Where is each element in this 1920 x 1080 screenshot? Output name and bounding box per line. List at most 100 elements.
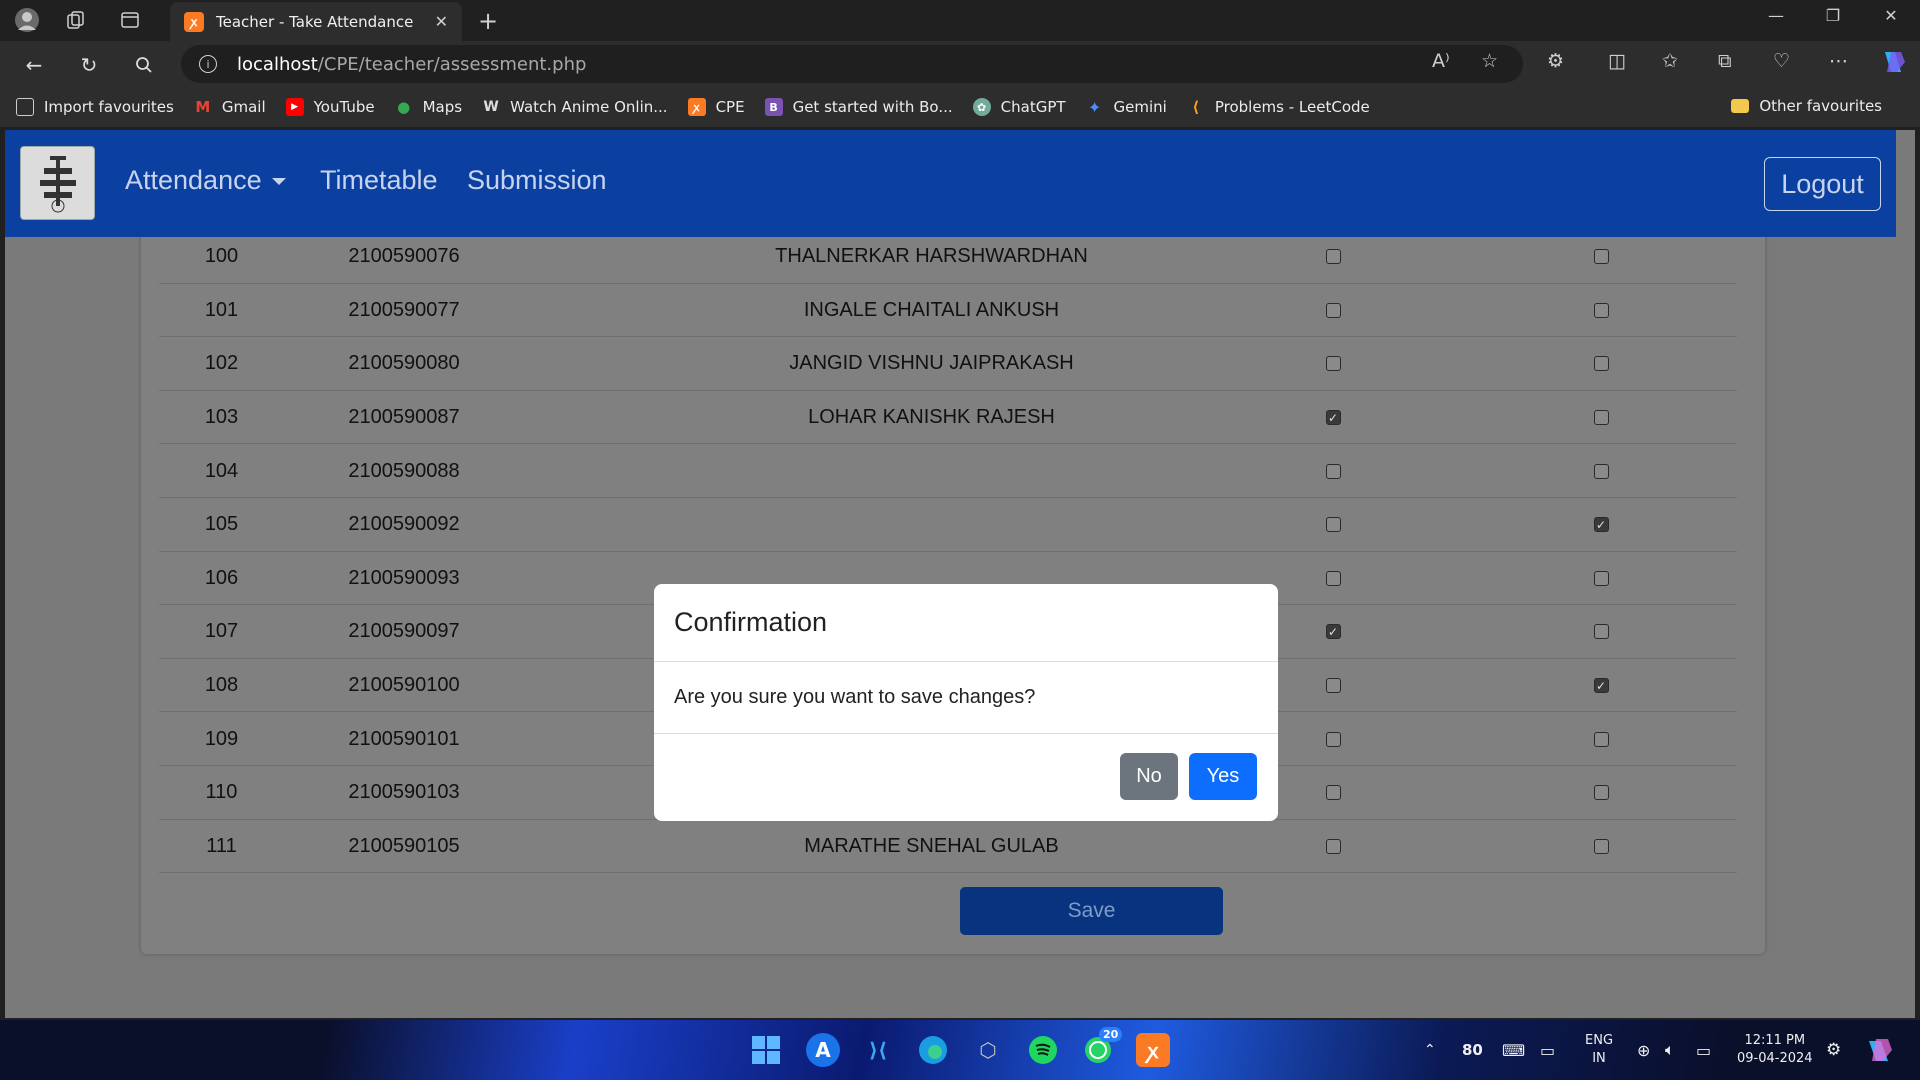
attendance-checkbox-b[interactable]	[1593, 731, 1609, 747]
nav-submission[interactable]: Submission	[467, 165, 607, 196]
nav-attendance-dropdown[interactable]: Attendance	[125, 165, 286, 196]
attendance-checkbox-b[interactable]	[1593, 624, 1609, 640]
battery-icon[interactable]: ▭	[1696, 1020, 1711, 1080]
attendance-checkbox-b[interactable]: ✓	[1593, 517, 1609, 533]
extensions-icon[interactable]: ⚙	[1547, 50, 1564, 72]
checkbox-cell	[1318, 284, 1348, 338]
display-icon[interactable]: ▭	[1540, 1020, 1555, 1080]
checkbox-cell	[1586, 820, 1616, 874]
browser-essentials-icon[interactable]: ♡	[1773, 50, 1790, 72]
bookmark-anime[interactable]: W Watch Anime Onlin...	[482, 98, 667, 116]
copilot-taskbar-icon[interactable]	[1864, 1020, 1894, 1080]
search-icon[interactable]	[130, 51, 158, 79]
attendance-checkbox-a[interactable]	[1325, 302, 1341, 318]
attendance-checkbox-b[interactable]: ✓	[1593, 678, 1609, 694]
bookmark-gmail[interactable]: M Gmail	[194, 98, 265, 116]
checkbox-cell: ✓	[1318, 391, 1348, 445]
attendance-checkbox-a[interactable]: ✓	[1325, 624, 1341, 640]
collections-icon[interactable]: ⧉	[1718, 50, 1732, 72]
attendance-checkbox-b[interactable]	[1593, 302, 1609, 318]
unity-icon[interactable]: ⬡	[971, 1033, 1005, 1067]
vscode-icon[interactable]: ⟩⟨	[861, 1033, 895, 1067]
college-logo[interactable]	[20, 146, 95, 220]
checkbox-cell	[1318, 712, 1348, 766]
temperature[interactable]: 80	[1462, 1020, 1483, 1080]
read-aloud-icon[interactable]: A⁾	[1432, 50, 1450, 72]
attendance-checkbox-a[interactable]	[1325, 731, 1341, 747]
attendance-checkbox-a[interactable]	[1325, 570, 1341, 586]
spotify-icon[interactable]	[1026, 1033, 1060, 1067]
roll-number: 107	[204, 620, 239, 643]
xampp-taskbar-icon[interactable]: ꭗ	[1136, 1033, 1170, 1067]
split-screen-icon[interactable]: ◫	[1608, 50, 1626, 72]
student-name: JANGID VISHNU JAIPRAKASH	[789, 352, 1074, 375]
attendance-checkbox-a[interactable]	[1325, 838, 1341, 854]
attendance-checkbox-b[interactable]	[1593, 838, 1609, 854]
app-store-icon[interactable]: A	[806, 1033, 840, 1067]
whatsapp-icon[interactable]: 20	[1081, 1027, 1123, 1067]
bookmark-gemini[interactable]: ✦ Gemini	[1086, 98, 1167, 117]
tab-active[interactable]: ꭗ Teacher - Take Attendance ✕	[170, 2, 462, 41]
volume-icon[interactable]: 🔈︎	[1665, 1020, 1675, 1080]
workspaces-icon[interactable]	[63, 7, 89, 33]
roll-number: 109	[204, 727, 239, 750]
attendance-checkbox-a[interactable]	[1325, 785, 1341, 801]
bookmark-chatgpt[interactable]: ✿ ChatGPT	[972, 98, 1066, 116]
student-name: THALNERKAR HARSHWARDHAN	[775, 245, 1088, 268]
checkbox-cell	[1318, 820, 1348, 874]
network-icon[interactable]: ⊕	[1637, 1020, 1650, 1080]
tab-actions-icon[interactable]	[117, 7, 143, 33]
minimize-icon[interactable]: —	[1756, 6, 1796, 25]
modal-title: Confirmation	[654, 584, 1278, 662]
nav-timetable[interactable]: Timetable	[320, 165, 438, 196]
bookmark-maps[interactable]: ● Maps	[395, 98, 462, 116]
address-bar[interactable]: i localhost/CPE/teacher/assessment.php	[181, 45, 1523, 83]
no-button[interactable]: No	[1120, 753, 1178, 800]
attendance-checkbox-a[interactable]	[1325, 356, 1341, 372]
bookmark-other-favourites[interactable]: Other favourites	[1731, 97, 1882, 115]
back-icon[interactable]: ←	[20, 51, 48, 79]
keyboard-icon[interactable]: ⌨	[1502, 1020, 1525, 1080]
checkbox-cell	[1318, 337, 1348, 391]
save-button[interactable]: Save	[960, 887, 1223, 935]
yes-button[interactable]: Yes	[1189, 753, 1257, 800]
attendance-checkbox-b[interactable]	[1593, 249, 1609, 265]
attendance-checkbox-a[interactable]: ✓	[1325, 410, 1341, 426]
attendance-checkbox-b[interactable]	[1593, 785, 1609, 801]
bookmark-youtube[interactable]: ▶ YouTube	[285, 98, 375, 116]
new-tab-icon[interactable]: +	[478, 7, 498, 35]
bookmark-import[interactable]: Import favourites	[16, 98, 174, 116]
edge-icon[interactable]	[916, 1033, 950, 1067]
start-icon[interactable]	[749, 1033, 783, 1067]
favourites-icon[interactable]: ✩	[1662, 50, 1678, 72]
favorite-star-icon[interactable]: ☆	[1481, 50, 1498, 72]
attendance-checkbox-b[interactable]	[1593, 410, 1609, 426]
attendance-checkbox-b[interactable]	[1593, 356, 1609, 372]
attendance-checkbox-a[interactable]	[1325, 249, 1341, 265]
bookmark-bootstrap[interactable]: B Get started with Bo...	[764, 98, 953, 116]
attendance-checkbox-a[interactable]	[1325, 678, 1341, 694]
clock[interactable]: 12:11 PM 09-04-2024	[1737, 1020, 1813, 1080]
table-row: 100 2100590076 THALNERKAR HARSHWARDHAN	[159, 230, 1737, 284]
copilot-icon[interactable]	[1879, 48, 1907, 81]
url-path: /CPE/teacher/assessment.php	[317, 53, 587, 75]
more-options-icon[interactable]: ⋯	[1829, 50, 1848, 72]
browser-toolbar: ← ↻ i localhost/CPE/teacher/assessment.p…	[0, 41, 1920, 87]
refresh-icon[interactable]: ↻	[75, 51, 103, 79]
settings-gear-icon[interactable]: ⚙	[1826, 1020, 1841, 1080]
bookmark-leetcode[interactable]: ⟨ Problems - LeetCode	[1187, 98, 1369, 116]
restore-icon[interactable]: ❐	[1813, 6, 1853, 25]
close-window-icon[interactable]: ✕	[1871, 6, 1911, 25]
attendance-checkbox-b[interactable]	[1593, 463, 1609, 479]
attendance-checkbox-b[interactable]	[1593, 570, 1609, 586]
tray-overflow-icon[interactable]: ⌃	[1424, 1020, 1436, 1080]
logout-button[interactable]: Logout	[1764, 157, 1881, 211]
attendance-checkbox-a[interactable]	[1325, 463, 1341, 479]
site-info-icon[interactable]: i	[199, 55, 217, 73]
attendance-checkbox-a[interactable]	[1325, 517, 1341, 533]
profile-avatar-icon[interactable]	[14, 7, 40, 33]
tab-close-icon[interactable]: ✕	[435, 12, 448, 31]
bookmark-cpe[interactable]: ꭗ CPE	[687, 98, 745, 116]
url-text[interactable]: localhost/CPE/teacher/assessment.php	[237, 54, 586, 75]
language-indicator[interactable]: ENG IN	[1585, 1020, 1613, 1080]
